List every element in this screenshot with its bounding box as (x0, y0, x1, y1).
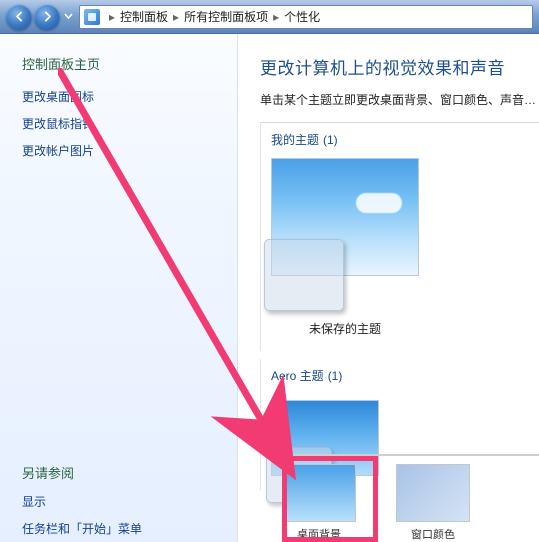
chevron-right-icon: ▸ (106, 10, 118, 24)
chevron-right-icon: ▸ (170, 10, 182, 24)
address-bar: ▸ 控制面板 ▸ 所有控制面板项 ▸ 个性化 (0, 0, 539, 34)
setting-desktop-background[interactable]: 桌面背景 (282, 464, 356, 540)
setting-thumb-icon (396, 464, 470, 522)
page-subtext: 单击某个主题立即更改桌面背景、窗口颜色、声音… (260, 91, 539, 108)
group-label: Aero 主题 (271, 367, 324, 384)
sidebar: 控制面板主页 更改桌面图标 更改鼠标指针 更改帐户图片 另请参阅 显示 任务栏和… (0, 34, 238, 542)
window-preview-icon (264, 239, 344, 311)
sidebar-link-account-picture[interactable]: 更改帐户图片 (0, 137, 237, 164)
nav-history-dropdown[interactable] (62, 6, 75, 28)
setting-window-color[interactable]: 窗口颜色 (396, 464, 470, 540)
breadcrumb-item[interactable]: 所有控制面板项 (182, 8, 270, 25)
group-count: (1) (323, 133, 338, 147)
settings-strip: 桌面背景 窗口颜色 (282, 454, 539, 542)
theme-thumbnail[interactable] (271, 158, 419, 276)
sidebar-link-display[interactable]: 显示 (0, 488, 237, 515)
sidebar-see-also-title: 另请参阅 (0, 463, 237, 488)
sidebar-link-taskbar-start[interactable]: 任务栏和「开始」菜单 (0, 515, 237, 542)
cloud-icon (356, 193, 402, 213)
control-panel-icon (84, 9, 100, 25)
sidebar-title: 控制面板主页 (0, 50, 237, 83)
setting-caption: 桌面背景 (297, 526, 341, 540)
group-count: (1) (328, 369, 343, 383)
theme-item-unsaved[interactable]: 未保存的主题 (271, 158, 419, 337)
sidebar-link-desktop-icons[interactable]: 更改桌面图标 (0, 83, 237, 110)
nav-back-button[interactable] (6, 4, 32, 30)
theme-label: 未保存的主题 (309, 320, 381, 337)
page-heading: 更改计算机上的视觉效果和声音 (260, 54, 539, 79)
setting-thumb-icon (282, 464, 356, 522)
setting-caption: 窗口颜色 (411, 526, 455, 540)
nav-forward-button[interactable] (34, 4, 60, 30)
group-label: 我的主题 (271, 131, 319, 148)
group-heading: Aero 主题 (1) (271, 359, 539, 394)
group-heading: 我的主题 (1) (271, 123, 539, 158)
arrow-left-icon (13, 10, 26, 23)
group-my-themes: 我的主题 (1) 未保存的主题 (260, 122, 539, 351)
chevron-right-icon: ▸ (270, 10, 282, 24)
breadcrumb-item[interactable]: 控制面板 (118, 8, 170, 25)
arrow-right-icon (41, 10, 54, 23)
breadcrumb-item[interactable]: 个性化 (282, 8, 322, 25)
chevron-down-icon (64, 13, 73, 20)
sidebar-link-mouse-pointer[interactable]: 更改鼠标指针 (0, 110, 237, 137)
breadcrumb[interactable]: ▸ 控制面板 ▸ 所有控制面板项 ▸ 个性化 (79, 5, 533, 29)
